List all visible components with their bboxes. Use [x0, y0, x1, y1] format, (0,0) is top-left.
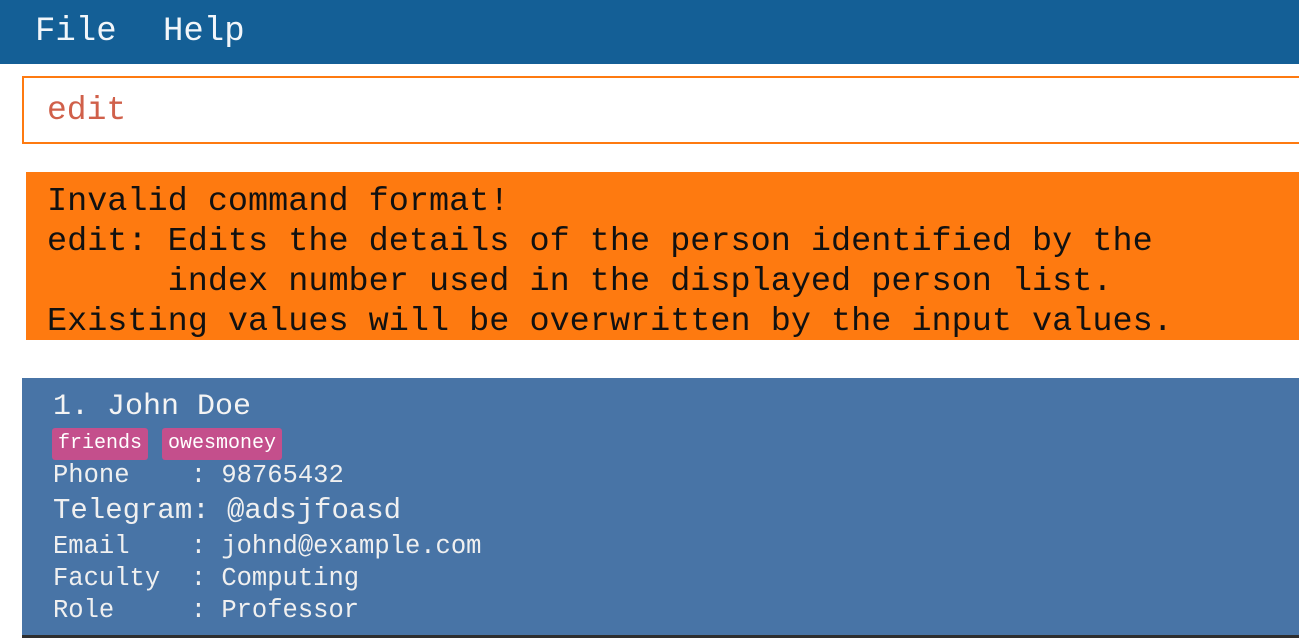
- result-message: Invalid command format! edit: Edits the …: [47, 183, 1173, 341]
- tag-list: friends owesmoney: [52, 428, 283, 460]
- menu-help[interactable]: Help: [163, 12, 245, 52]
- person-card[interactable]: 1. John Doe friends owesmoney Phone : 98…: [22, 378, 1299, 638]
- tag: friends: [52, 428, 149, 460]
- person-telegram: Telegram: @adsjfoasd: [53, 494, 402, 527]
- menu-bar: File Help: [0, 0, 1299, 64]
- person-role: Role : Professor: [53, 596, 360, 625]
- tag: owesmoney: [162, 428, 283, 460]
- menu-file[interactable]: File: [35, 12, 117, 52]
- person-faculty: Faculty : Computing: [53, 564, 360, 593]
- person-name: 1. John Doe: [53, 390, 252, 424]
- command-input-value[interactable]: edit: [47, 92, 126, 130]
- person-email: Email : johnd@example.com: [53, 532, 482, 561]
- result-display: Invalid command format! edit: Edits the …: [26, 172, 1299, 341]
- person-phone: Phone : 98765432: [53, 461, 344, 490]
- command-input[interactable]: edit: [22, 76, 1299, 144]
